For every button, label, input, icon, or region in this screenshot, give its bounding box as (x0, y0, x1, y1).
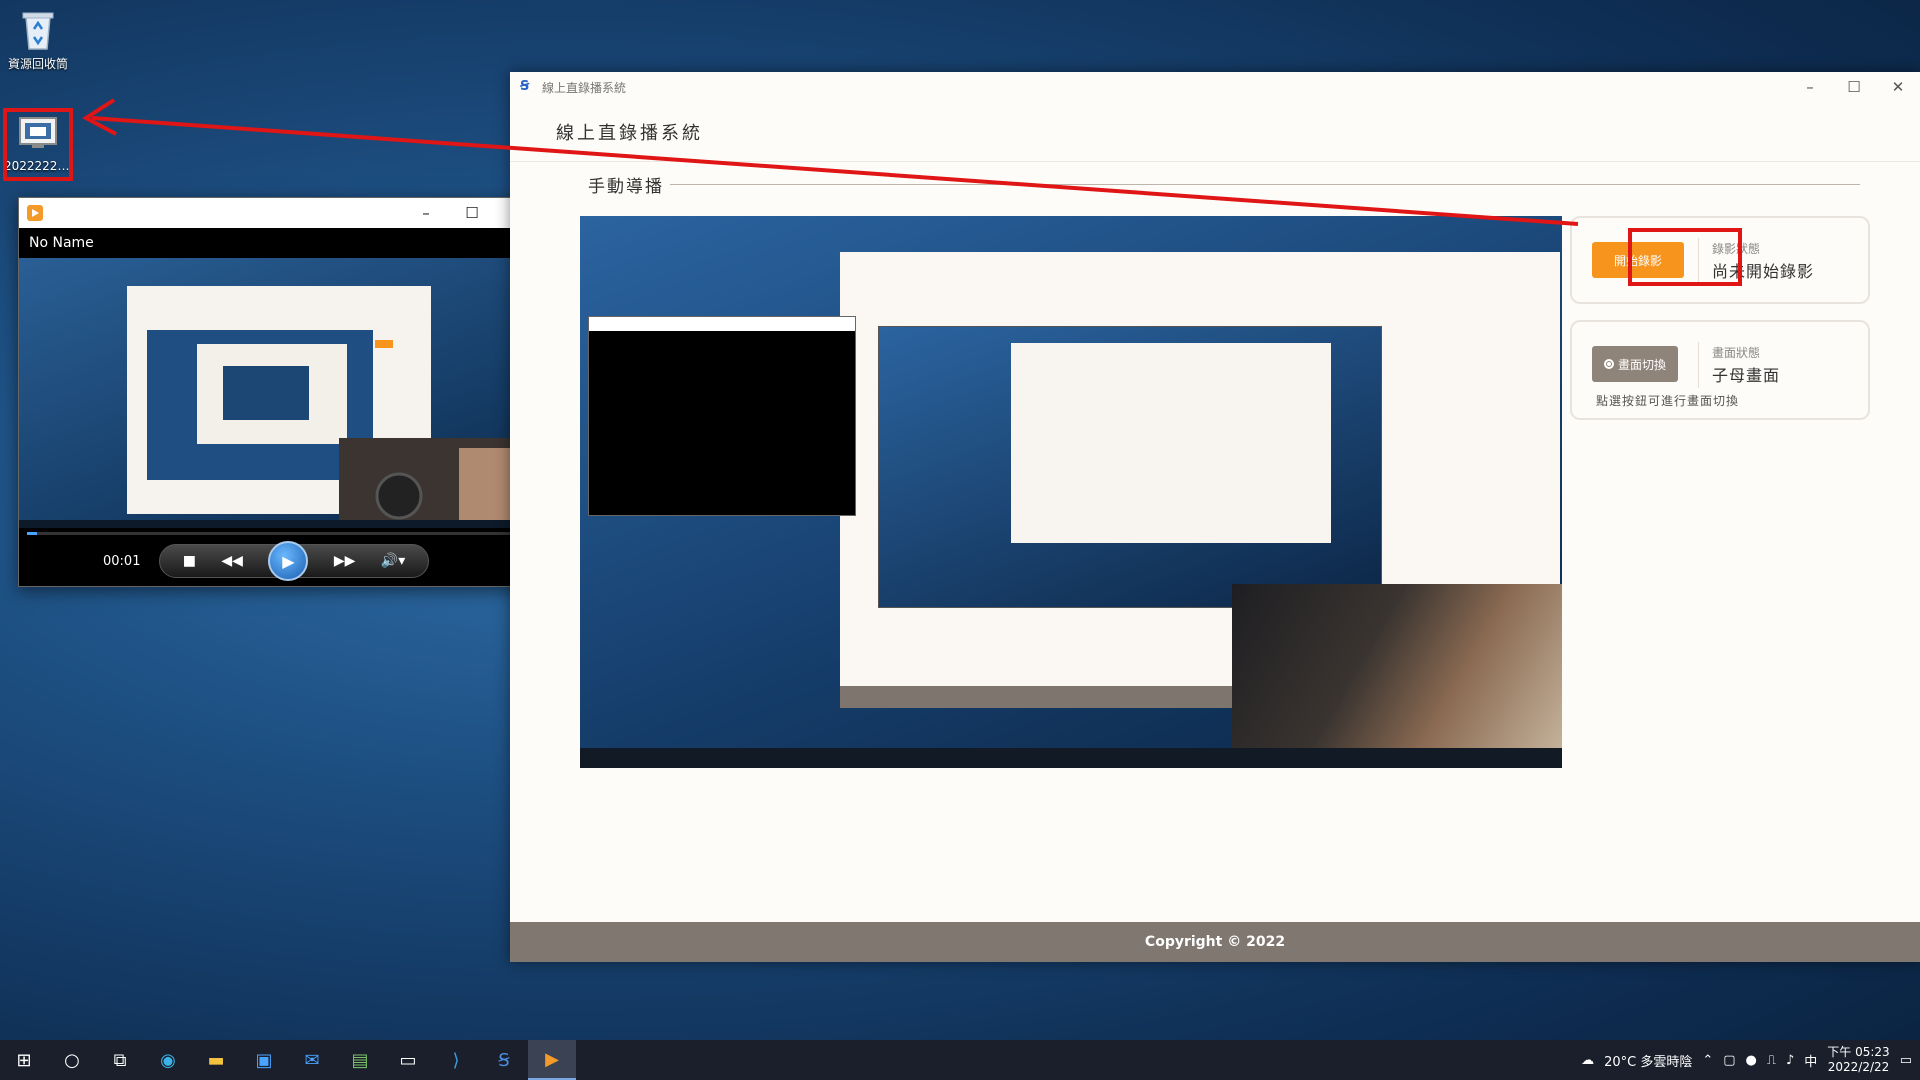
chevron-up-icon[interactable]: ⌃ (1702, 1053, 1713, 1068)
view-status-label: 畫面狀態 (1712, 346, 1761, 360)
media-player-window[interactable]: – ☐ ✕ No Name ▦ 00:01 ■ ◀◀ ▶ ▶▶ 🔊▾ (18, 197, 542, 587)
main-close-button[interactable]: ✕ (1876, 72, 1920, 102)
media-player-taskbar-icon[interactable]: ▶ (528, 1040, 576, 1080)
main-minimize-button[interactable]: – (1788, 72, 1832, 102)
camera-icon[interactable]: ▢ (1723, 1053, 1735, 1068)
switch-card: 畫面切換 畫面狀態 子母畫面 點選按鈕可進行畫面切換 (1570, 320, 1870, 420)
switch-hint: 點選按鈕可進行畫面切換 (1596, 394, 1740, 408)
recycle-bin-shortcut[interactable]: 資源回收筒 (0, 6, 76, 72)
recycle-bin-icon (15, 6, 61, 52)
rewind-icon[interactable]: ◀◀ (221, 553, 243, 569)
record-button-highlight-box (1628, 228, 1742, 286)
maximize-button[interactable]: ☐ (449, 198, 495, 228)
vscode-icon[interactable]: ⟩ (432, 1040, 480, 1080)
file-explorer-icon[interactable]: ▬ (192, 1040, 240, 1080)
stop-icon[interactable]: ■ (183, 553, 196, 569)
clock[interactable]: 下午 05:23 2022/2/22 (1827, 1045, 1889, 1075)
switch-view-label: 畫面切換 (1617, 357, 1666, 372)
fast-forward-icon[interactable]: ▶▶ (334, 553, 356, 569)
section-divider (670, 184, 1860, 185)
volume-icon[interactable]: 🔊▾ (381, 553, 405, 569)
main-window-titlebar[interactable]: Ꞩ 線上直錄播系統 – ☐ ✕ (510, 72, 1920, 102)
player-namebar: No Name ▦ (19, 228, 541, 258)
card-divider (1698, 342, 1699, 388)
task-view-icon[interactable]: ⧉ (96, 1040, 144, 1080)
switch-view-button[interactable]: 畫面切換 (1592, 346, 1678, 382)
mail-icon[interactable]: ✉ (288, 1040, 336, 1080)
microphone-icon[interactable]: ● (1746, 1053, 1757, 1068)
playback-time: 00:01 (103, 554, 141, 569)
clock-time: 下午 05:23 (1827, 1045, 1890, 1059)
recycle-bin-label: 資源回收筒 (7, 57, 68, 71)
video-display[interactable] (19, 258, 541, 528)
clock-date: 2022/2/22 (1827, 1060, 1890, 1074)
target-icon (1603, 359, 1614, 369)
section-title: 手動導播 (588, 177, 664, 197)
view-status-value: 子母畫面 (1712, 366, 1781, 385)
video-file-highlight-box (3, 108, 73, 181)
weather-icon: ☁ (1581, 1052, 1595, 1068)
preview-camera-feed (1232, 584, 1562, 768)
store-icon[interactable]: ▣ (240, 1040, 288, 1080)
notification-icon[interactable]: ▭ (1900, 1053, 1912, 1068)
recorder-app-icon[interactable]: Ꞩ (480, 1040, 528, 1080)
edge-icon[interactable]: ◉ (144, 1040, 192, 1080)
preview-taskbar (580, 748, 1562, 768)
file-name: No Name (29, 235, 94, 251)
taskbar: ⊞ ○ ⧉ ◉ ▬ ▣ ✉ ▤ ▭ ⟩ Ꞩ ▶ ☁ 20°C 多雲時陰 ⌃ ▢ … (0, 1040, 1920, 1080)
seek-bar[interactable] (27, 532, 533, 535)
preview-nested-screen (878, 326, 1382, 608)
notepad-icon[interactable]: ▤ (336, 1040, 384, 1080)
search-icon[interactable]: ○ (48, 1040, 96, 1080)
transport-controls: ■ ◀◀ ▶ ▶▶ 🔊▾ (159, 541, 429, 581)
start-icon[interactable]: ⊞ (0, 1040, 48, 1080)
preview-player-window (588, 316, 856, 516)
app-title: 線上直錄播系統 (556, 122, 703, 144)
ime-indicator[interactable]: 中 (1804, 1051, 1817, 1070)
speaker-icon[interactable]: ♪ (1786, 1053, 1794, 1068)
minimize-button[interactable]: – (403, 198, 449, 228)
video-frame-drawing (19, 286, 541, 528)
network-icon[interactable]: ⎍ (1767, 1053, 1776, 1068)
weather-text[interactable]: 20°C 多雲時陰 (1604, 1051, 1692, 1070)
window-title: 線上直錄播系統 (542, 80, 627, 95)
player-titlebar[interactable]: – ☐ ✕ (19, 198, 541, 228)
play-icon[interactable]: ▶ (268, 541, 309, 581)
system-tray: ☁ 20°C 多雲時陰 ⌃ ▢ ● ⎍ ♪ 中 下午 05:23 2022/2/… (1581, 1040, 1920, 1080)
terminal-icon[interactable]: ▭ (384, 1040, 432, 1080)
app-footer: Copyright © 2022 (510, 922, 1920, 962)
app-logo-icon: Ꞩ (520, 79, 530, 94)
app-header: 線上直錄播系統 (510, 102, 1920, 162)
media-player-app-icon (27, 205, 43, 221)
main-app-window[interactable]: Ꞩ 線上直錄播系統 – ☐ ✕ 線上直錄播系統 手動導播 開始錄影 錄影狀態 尚… (510, 72, 1920, 962)
seek-progress (27, 532, 38, 535)
main-maximize-button[interactable]: ☐ (1832, 72, 1876, 102)
player-controls: 00:01 ■ ◀◀ ▶ ▶▶ 🔊▾ ⤢ (19, 528, 541, 586)
live-preview (580, 216, 1562, 768)
